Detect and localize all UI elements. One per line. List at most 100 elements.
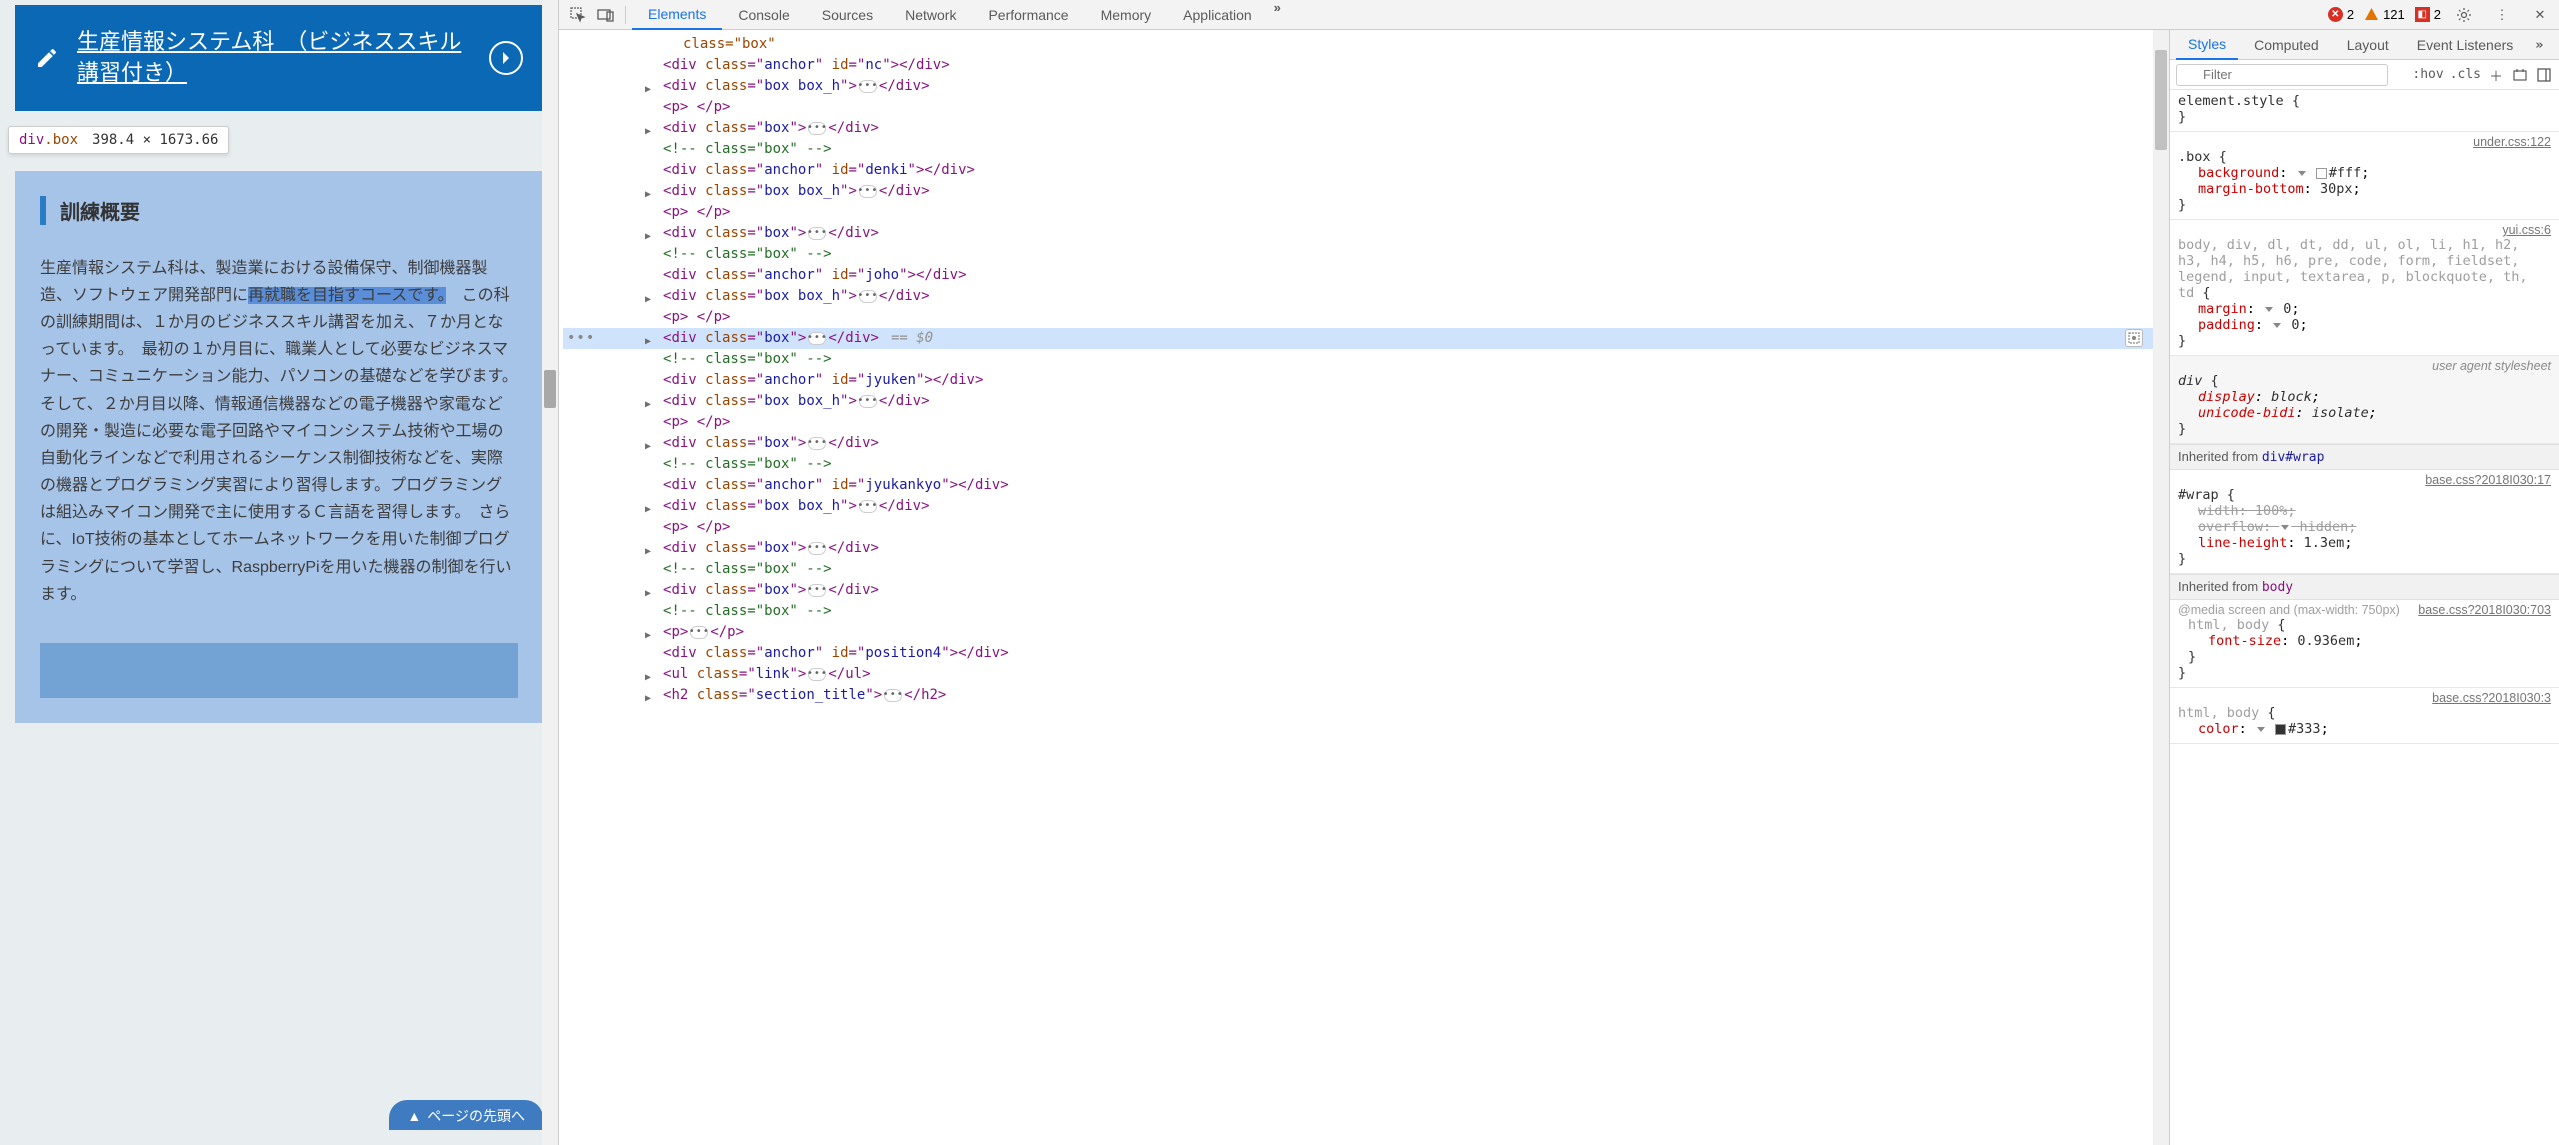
rule-box[interactable]: under.css:122 .box { background: #fff; m… — [2170, 132, 2559, 220]
dom-node[interactable]: ▶<div class="box box_h">•••</div> — [563, 181, 2169, 202]
dom-node[interactable]: <!-- class="box" --> — [563, 601, 2169, 622]
dom-node[interactable]: ▶<h2 class="section_title">•••</h2> — [563, 685, 2169, 706]
hov-toggle[interactable]: :hov — [2412, 67, 2443, 82]
tab-event-listeners[interactable]: Event Listeners — [2405, 30, 2526, 60]
kebab-menu-icon[interactable]: ⋮ — [2489, 2, 2515, 28]
styles-body[interactable]: element.style { } under.css:122 .box { b… — [2170, 90, 2559, 1145]
rule-reset[interactable]: yui.css:6 body, div, dl, dt, dd, ul, ol,… — [2170, 220, 2559, 356]
arrow-right-circle-icon[interactable] — [489, 41, 523, 75]
dom-node[interactable]: <p> </p> — [563, 307, 2169, 328]
dom-node[interactable]: <div class="anchor" id="denki"></div> — [563, 160, 2169, 181]
ellipsis-expand-icon[interactable]: ••• — [808, 668, 826, 681]
tab-memory[interactable]: Memory — [1085, 0, 1168, 30]
device-toolbar-icon[interactable] — [593, 2, 619, 28]
rule-element-style[interactable]: element.style { } — [2170, 90, 2559, 132]
dom-node[interactable]: <div class="anchor" id="joho"></div> — [563, 265, 2169, 286]
gutter-dots-icon[interactable]: ••• — [567, 328, 595, 349]
ellipsis-expand-icon[interactable]: ••• — [690, 626, 708, 639]
card-link[interactable]: 生産情報システム科 （ビジネススキル講習付き） — [77, 27, 468, 89]
ellipsis-expand-icon[interactable]: ••• — [808, 542, 826, 555]
dom-node[interactable]: ▶<div class="box">•••</div> — [563, 580, 2169, 601]
dom-node[interactable]: <div class="anchor" id="jyukankyo"></div… — [563, 475, 2169, 496]
scrollbar-thumb[interactable] — [2155, 50, 2167, 150]
scrollbar-thumb[interactable] — [544, 370, 556, 408]
devtools-tabs: Elements Console Sources Network Perform… — [632, 0, 2326, 30]
source-link[interactable]: base.css?2018I030:3 — [2432, 691, 2551, 705]
tab-styles[interactable]: Styles — [2176, 30, 2238, 60]
inspect-element-icon[interactable] — [565, 2, 591, 28]
errors-badge[interactable]: ✕ 2 — [2328, 7, 2354, 22]
tab-application[interactable]: Application — [1167, 0, 1268, 30]
dom-node[interactable]: ▶<div class="box box_h">•••</div> — [563, 391, 2169, 412]
tab-console[interactable]: Console — [722, 0, 805, 30]
settings-gear-icon[interactable] — [2451, 2, 2477, 28]
tab-computed[interactable]: Computed — [2242, 30, 2331, 60]
rule-wrap[interactable]: base.css?2018I030:17 #wrap { width: 100%… — [2170, 470, 2559, 574]
elements-scrollbar[interactable] — [2153, 30, 2169, 1145]
source-link[interactable]: under.css:122 — [2473, 135, 2551, 149]
tab-layout[interactable]: Layout — [2335, 30, 2401, 60]
issues-badge[interactable]: ◧ 2 — [2415, 7, 2441, 22]
rule-ua-div[interactable]: user agent stylesheet div { display: blo… — [2170, 356, 2559, 444]
scroll-top-button[interactable]: ▲ ページの先頭へ — [389, 1100, 543, 1130]
dom-node[interactable]: <div class="anchor" id="position4"></div… — [563, 643, 2169, 664]
computed-toggle-icon[interactable] — [2511, 66, 2529, 84]
dom-node[interactable]: <div class="anchor" id="nc"></div> — [563, 55, 2169, 76]
dom-node[interactable]: <p> </p> — [563, 412, 2169, 433]
source-link[interactable]: base.css?2018I030:703 — [2418, 603, 2551, 617]
dom-node[interactable]: <!-- class="box" --> — [563, 559, 2169, 580]
cls-toggle[interactable]: .cls — [2450, 67, 2481, 82]
dom-node[interactable]: ▶<div class="box">•••</div> — [563, 538, 2169, 559]
dom-node[interactable]: <!-- class="box" --> — [563, 454, 2169, 475]
dom-node[interactable]: ▶<div class="box">•••</div> — [563, 118, 2169, 139]
source-link[interactable]: yui.css:6 — [2502, 223, 2551, 237]
tab-elements[interactable]: Elements — [632, 0, 722, 30]
more-tabs-icon[interactable]: » — [1268, 0, 1287, 30]
styles-filter-input[interactable] — [2176, 64, 2388, 86]
ellipsis-expand-icon[interactable]: ••• — [859, 500, 877, 513]
element-tooltip: div.box 398.4 × 1673.66 — [8, 126, 229, 154]
ellipsis-expand-icon[interactable]: ••• — [859, 185, 877, 198]
expand-toggle-icon[interactable]: ▶ — [645, 688, 651, 709]
tab-performance[interactable]: Performance — [972, 0, 1084, 30]
ellipsis-expand-icon[interactable]: ••• — [859, 395, 877, 408]
dom-node[interactable]: ▶<div class="box box_h">•••</div> — [563, 286, 2169, 307]
dom-node[interactable]: <p> </p> — [563, 517, 2169, 538]
dom-node[interactable]: <div class="anchor" id="jyuken"></div> — [563, 370, 2169, 391]
page-scrollbar[interactable] — [542, 0, 558, 1145]
ellipsis-expand-icon[interactable]: ••• — [808, 332, 826, 345]
ellipsis-expand-icon[interactable]: ••• — [859, 80, 877, 93]
more-styles-tabs-icon[interactable]: » — [2529, 37, 2549, 53]
dom-node[interactable]: <!-- class="box" --> — [563, 139, 2169, 160]
devtools-toolbar: Elements Console Sources Network Perform… — [559, 0, 2559, 30]
dom-tree[interactable]: class="box"<div class="anchor" id="nc"><… — [559, 30, 2169, 710]
source-link[interactable]: base.css?2018I030:17 — [2425, 473, 2551, 487]
panel-layout-icon[interactable] — [2535, 66, 2553, 84]
dom-node[interactable]: ▶<div class="box">•••</div> — [563, 433, 2169, 454]
close-icon[interactable]: ✕ — [2527, 2, 2553, 28]
dom-node[interactable]: ▶<ul class="link">•••</ul> — [563, 664, 2169, 685]
ellipsis-expand-icon[interactable]: ••• — [859, 290, 877, 303]
ellipsis-expand-icon[interactable]: ••• — [808, 227, 826, 240]
tab-sources[interactable]: Sources — [806, 0, 889, 30]
ellipsis-expand-icon[interactable]: ••• — [884, 689, 902, 702]
tab-network[interactable]: Network — [889, 0, 972, 30]
dom-node[interactable]: <p> </p> — [563, 97, 2169, 118]
scroll-into-view-icon[interactable] — [2125, 329, 2143, 347]
dom-node[interactable]: ▶<div class="box box_h">•••</div> — [563, 76, 2169, 97]
warnings-badge[interactable]: 121 — [2364, 7, 2405, 22]
ellipsis-expand-icon[interactable]: ••• — [808, 437, 826, 450]
dom-node[interactable]: <p> </p> — [563, 202, 2169, 223]
dom-node[interactable]: ▶<div class="box box_h">•••</div> — [563, 496, 2169, 517]
new-style-rule-icon[interactable]: ＋ — [2487, 66, 2505, 84]
ellipsis-expand-icon[interactable]: ••• — [808, 584, 826, 597]
dom-node[interactable]: ▶<p>•••</p> — [563, 622, 2169, 643]
rule-body-base[interactable]: base.css?2018I030:3 html, body { color: … — [2170, 688, 2559, 744]
dom-node[interactable]: class="box" — [563, 34, 2169, 55]
dom-node[interactable]: ▶<div class="box">•••</div> — [563, 223, 2169, 244]
dom-node[interactable]: <!-- class="box" --> — [563, 244, 2169, 265]
ellipsis-expand-icon[interactable]: ••• — [808, 122, 826, 135]
rule-body-media[interactable]: @media screen and (max-width: 750px)base… — [2170, 600, 2559, 688]
dom-node[interactable]: <!-- class="box" --> — [563, 349, 2169, 370]
dom-node[interactable]: •••▶<div class="box">•••</div>== $0 — [563, 328, 2169, 349]
